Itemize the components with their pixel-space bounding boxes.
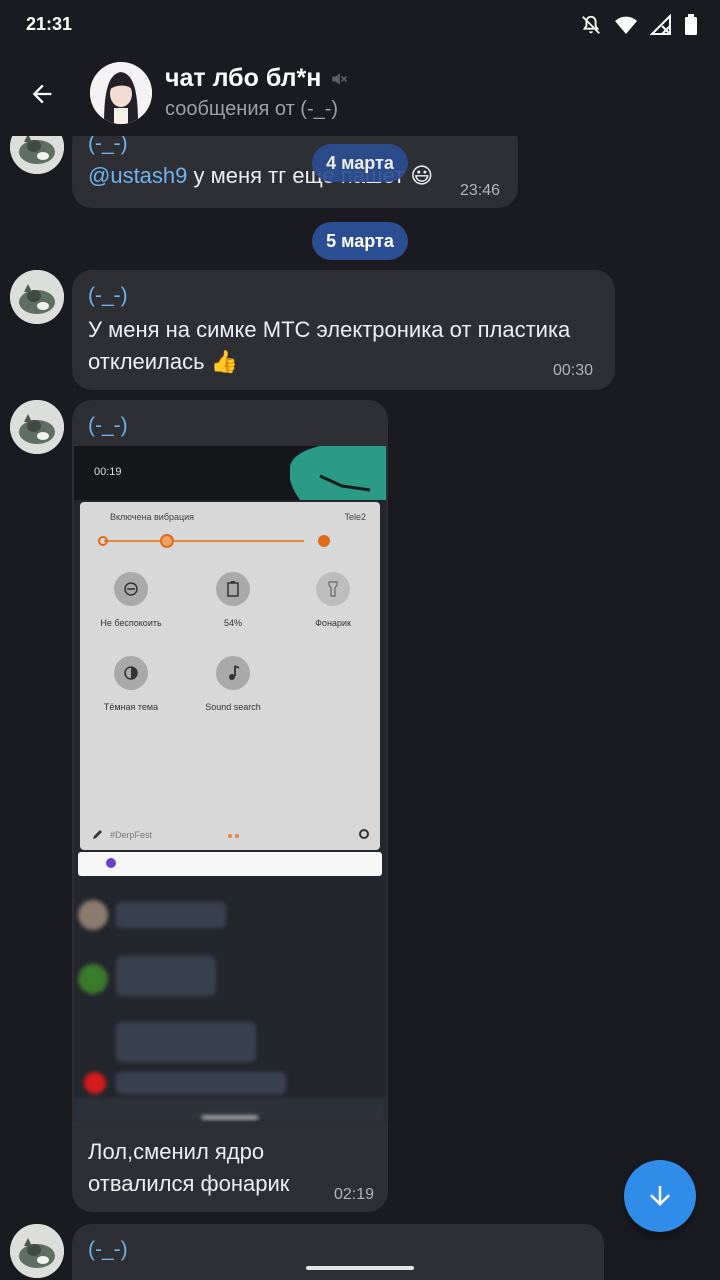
sender-name[interactable]: (-_-) xyxy=(88,284,128,308)
battery-label: 54% xyxy=(223,618,242,628)
signal-icon xyxy=(650,14,671,35)
wallpaper-shape xyxy=(290,446,386,500)
brightness-slider xyxy=(104,540,304,542)
status-bar: 21:31 xyxy=(0,0,720,52)
back-button[interactable] xyxy=(22,74,62,114)
settings-icon xyxy=(359,829,369,839)
message-bubble[interactable]: (-_-) xyxy=(72,1224,604,1280)
dark-theme-icon xyxy=(114,656,148,690)
quick-settings-panel: Включена вибрация Tele2 Не беспокоить 54… xyxy=(80,502,380,850)
date-pill: 5 марта xyxy=(312,222,408,260)
status-icons xyxy=(580,14,698,36)
battery-icon xyxy=(685,14,697,35)
vibration-label: Включена вибрация xyxy=(110,512,195,522)
music-note-icon xyxy=(216,656,250,690)
mention-link[interactable]: @ustash9 xyxy=(88,163,187,188)
message-bubble[interactable]: (-_-) У меня на симке МТС электроника от… xyxy=(72,270,615,390)
sound-search-label: Sound search xyxy=(205,702,261,712)
status-time: 21:31 xyxy=(26,14,73,34)
footer-tag: #DerpFest xyxy=(110,830,153,840)
photo-attachment[interactable]: 00:19 Включена вибрация Tele2 Не беспоко… xyxy=(74,446,386,1122)
chat-avatar[interactable] xyxy=(90,62,152,124)
flashlight-label: Фонарик xyxy=(315,618,351,628)
wifi-icon xyxy=(615,16,637,34)
message-bubble[interactable]: (-_-) @ustash9 у меня тг еще пашет 😃 23:… xyxy=(72,136,518,208)
chat-title-row[interactable]: чат лбо бл*н xyxy=(165,64,349,93)
sender-name[interactable]: (-_-) xyxy=(88,414,128,438)
pencil-icon xyxy=(93,830,102,839)
sender-name[interactable]: (-_-) xyxy=(88,1238,128,1262)
muted-icon xyxy=(332,72,348,85)
messages-list[interactable]: (-_-) @ustash9 у меня тг еще пашет 😃 23:… xyxy=(0,136,720,1280)
battery-saver-icon xyxy=(216,572,250,606)
screenshot-status-bar: 00:19 xyxy=(74,446,386,500)
scroll-down-button[interactable] xyxy=(624,1160,696,1232)
brightness-max-icon xyxy=(318,535,330,547)
dark-theme-label: Тёмная тема xyxy=(103,702,159,712)
dnd-icon xyxy=(114,572,148,606)
flashlight-icon xyxy=(316,572,350,606)
arrow-left-icon xyxy=(32,84,52,104)
home-indicator[interactable] xyxy=(306,1266,414,1270)
message-text-line: отвалился фонарик xyxy=(88,1171,290,1196)
arrow-down-icon xyxy=(650,1186,670,1206)
brightness-min-icon xyxy=(98,536,108,546)
avatar[interactable] xyxy=(10,136,64,174)
carrier-label: Tele2 xyxy=(344,512,366,522)
screenshot-time: 00:19 xyxy=(94,466,122,478)
chat-subtitle: сообщения от (-_-) xyxy=(165,98,339,120)
avatar[interactable] xyxy=(10,270,64,324)
avatar[interactable] xyxy=(10,1224,64,1278)
message-time: 00:30 xyxy=(553,362,594,379)
message-bubble-photo[interactable]: (-_-) 00:19 Включена вибрация Tele2 Не б… xyxy=(72,400,388,1212)
blurred-chat-preview xyxy=(74,866,386,1122)
date-pill: 4 марта xyxy=(312,144,408,182)
message-time: 02:19 xyxy=(334,1186,375,1203)
bell-off-icon xyxy=(582,15,600,34)
avatar[interactable] xyxy=(10,400,64,454)
brightness-thumb xyxy=(160,534,174,548)
message-text-line: Лол,сменил ядро xyxy=(88,1139,265,1164)
sender-name[interactable]: (-_-) xyxy=(88,136,128,156)
dnd-label: Не беспокоить xyxy=(100,618,162,628)
chat-header: чат лбо бл*н сообщения от (-_-) xyxy=(0,52,720,136)
message-time: 23:46 xyxy=(460,182,501,199)
page-dots xyxy=(228,834,240,838)
message-text-line: отклеилась 👍 xyxy=(88,349,239,374)
chat-title: чат лбо бл*н xyxy=(165,64,322,92)
message-text-line: У меня на симке МТС электроника от пласт… xyxy=(88,317,571,342)
